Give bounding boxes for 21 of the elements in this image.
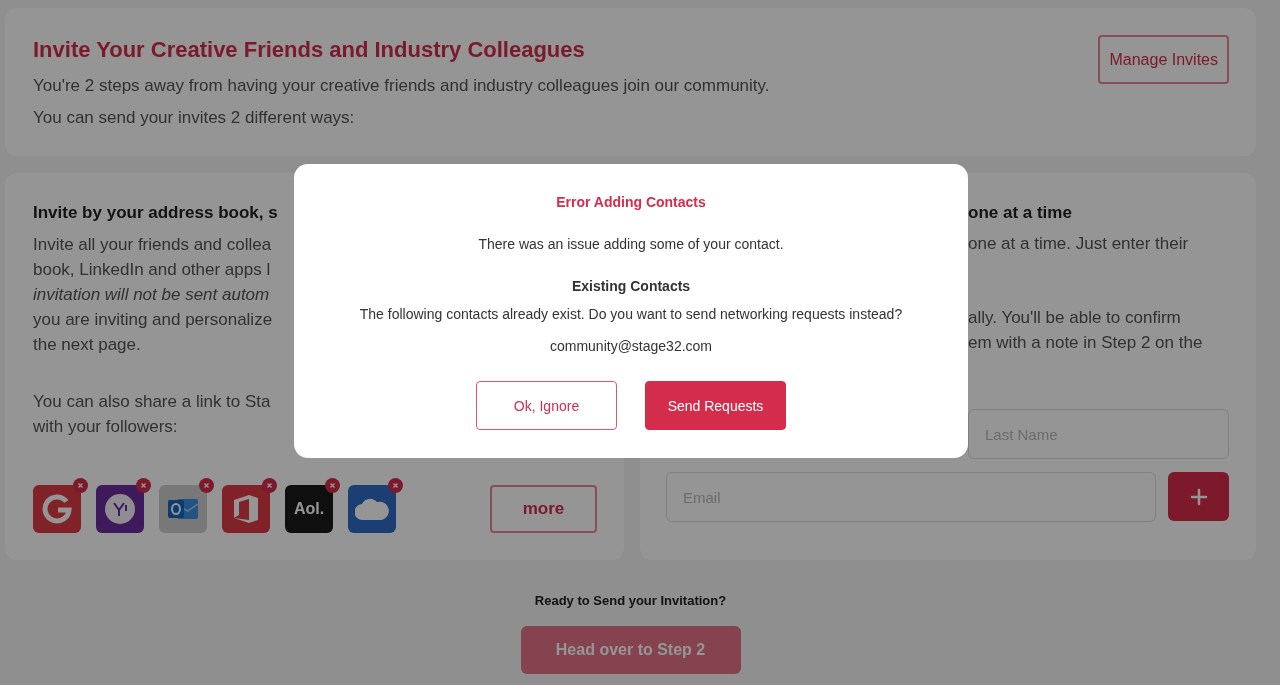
section-title: Existing Contacts <box>571 277 691 296</box>
description-text: Invite all your friends and collea <box>33 234 272 256</box>
section-heading: Invite by your address book, s <box>33 202 278 224</box>
dialog-message: There was an issue adding some of your contact. <box>478 235 784 254</box>
description-text: em with a note in Step 2 on the <box>968 332 1203 354</box>
page-title: Invite Your Creative Friends and Industry Colleagues <box>33 36 585 64</box>
intro-text: You're 2 steps away from having your creative friends and industry colleagues join our community. <box>33 75 770 97</box>
description-text: the next page. <box>33 334 141 356</box>
dialog-question: The following contacts already exist. Do you want to send networking requests instead? <box>359 305 903 324</box>
section-heading: one at a time <box>968 202 1072 224</box>
contact-email: community@stage32.com <box>549 337 713 356</box>
description-text: invitation will not be sent autom <box>33 284 270 306</box>
intro-text: You can send your invites 2 different ways: <box>33 107 355 129</box>
share-text: with your followers: <box>33 416 178 438</box>
dialog-title: Error Adding Contacts <box>556 193 706 212</box>
prompt-text: Ready to Send your Invitation? <box>534 593 727 609</box>
share-text: You can also share a link to Sta <box>33 391 271 413</box>
description-text: ally. You'll be able to confirm <box>968 307 1181 329</box>
description-text: one at a time. Just enter their <box>968 233 1189 255</box>
description-text: book, LinkedIn and other apps l <box>33 259 271 281</box>
description-text: you are inviting and personalize <box>33 309 273 331</box>
